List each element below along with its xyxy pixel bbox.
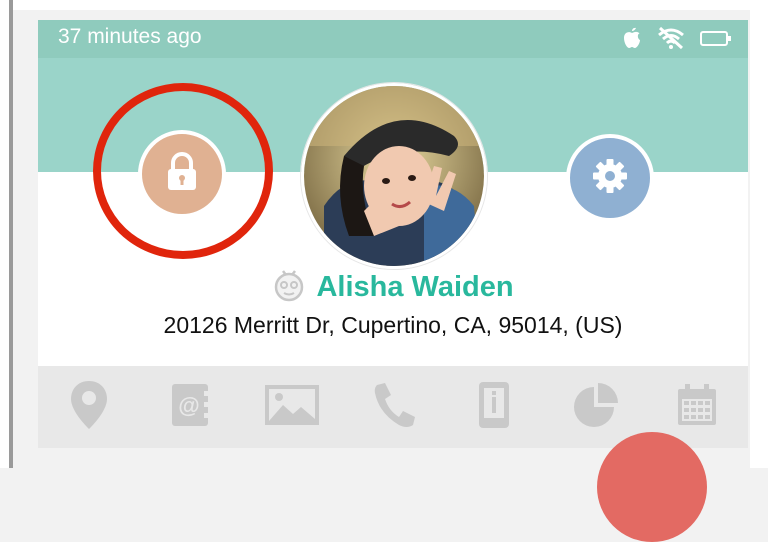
location-pin-icon [69,379,109,436]
svg-text:@: @ [178,393,199,418]
left-divider [9,0,13,468]
avatar[interactable] [301,83,487,269]
gear-icon [591,157,629,200]
apple-icon [622,26,642,55]
calendar-icon [675,383,719,432]
floating-action-button[interactable] [597,432,707,542]
profile-name: Alisha Waiden [316,271,514,303]
nav-reports[interactable] [568,379,624,435]
pie-chart-icon [572,381,620,434]
image-icon [263,383,321,432]
nav-device-info[interactable] [466,379,522,435]
profile-card: 37 minutes ago Alisha Waiden 20126 Merri… [38,20,748,448]
wifi-off-icon [656,26,686,55]
status-time: 37 minutes ago [58,25,202,48]
nav-location[interactable] [61,379,117,435]
page-top-margin [0,0,768,10]
nav-contacts[interactable]: @ [162,379,218,435]
status-bar: 37 minutes ago [38,20,748,58]
nav-phone[interactable] [365,379,421,435]
device-info-icon [477,380,511,435]
status-icons [622,26,732,55]
highlight-ring [93,83,273,259]
nav-calendar[interactable] [669,379,725,435]
robot-face-icon [272,268,306,307]
right-margin [750,0,768,468]
contact-book-icon: @ [168,381,212,434]
nav-gallery[interactable] [264,379,320,435]
settings-button[interactable] [566,134,654,222]
battery-icon [700,29,732,52]
phone-icon [371,381,415,434]
name-row: Alisha Waiden [38,268,748,307]
profile-address: 20126 Merritt Dr, Cupertino, CA, 95014, … [163,312,623,338]
